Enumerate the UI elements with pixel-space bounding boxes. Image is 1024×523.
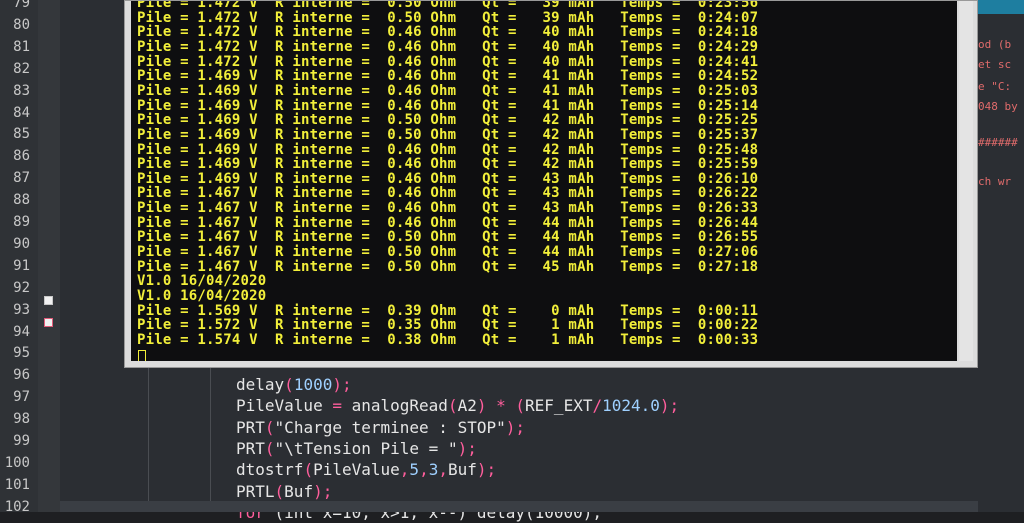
serial-monitor-window[interactable]: Pile = 1.472 V R interne = 0.50 Ohm Qt =… — [124, 0, 978, 368]
code-line[interactable]: PRTL(Buf); — [236, 482, 332, 502]
code-line[interactable]: dtostrf(PileValue,5,3,Buf); — [236, 460, 496, 480]
code-token: Buf — [284, 481, 314, 501]
code-token: ( — [284, 375, 294, 394]
code-token: PRT — [236, 417, 265, 437]
code-token: = — [332, 396, 342, 416]
code-line[interactable]: PRT("Charge terminee : STOP"); — [236, 418, 525, 438]
code-token: / — [592, 396, 603, 416]
code-token: ); — [457, 438, 477, 458]
error-marker[interactable] — [44, 318, 53, 327]
serial-output-line: Pile = 1.467 V R interne = 0.50 Ohm Qt =… — [137, 244, 759, 261]
line-number: 101 — [4, 476, 30, 493]
code-token: PRT — [236, 438, 265, 458]
line-number: 93 — [13, 301, 30, 318]
line-number: 95 — [13, 345, 30, 362]
adjacent-code-line: od (b — [978, 38, 1012, 51]
line-number: 92 — [13, 279, 30, 296]
line-number: 87 — [13, 170, 30, 187]
line-number: 79 — [13, 0, 30, 11]
code-token: PileValue — [236, 396, 333, 416]
code-token: PileValue — [313, 460, 400, 480]
line-number: 96 — [13, 367, 30, 384]
serial-output-line: Pile = 1.469 V R interne = 0.50 Ohm Qt =… — [137, 112, 759, 129]
serial-output-line: Pile = 1.467 V R interne = 0.46 Ohm Qt =… — [137, 200, 759, 217]
code-line[interactable]: PileValue = analogRead(A2) * (REF_EXT/10… — [236, 396, 679, 416]
serial-output: Pile = 1.472 V R interne = 0.50 Ohm Qt =… — [131, 1, 957, 361]
code-token: 1024.0 — [602, 396, 660, 416]
line-number: 100 — [4, 454, 30, 471]
adjacent-code-line: 048 by — [978, 100, 1018, 113]
line-number: 80 — [13, 16, 30, 33]
adjacent-code-line: ch wr — [978, 175, 1012, 188]
code-token: "\tTension Pile = " — [274, 438, 458, 458]
line-number: 86 — [13, 148, 30, 165]
fold-marker-column — [38, 0, 60, 512]
code-token: ( — [515, 396, 526, 416]
code-token: analogRead — [341, 396, 448, 416]
code-token: "Charge terminee : STOP" — [274, 417, 506, 437]
code-token: dtostrf — [236, 460, 304, 480]
serial-output-line: Pile = 1.469 V R interne = 0.46 Ohm Qt =… — [137, 156, 759, 173]
line-number: 97 — [13, 389, 30, 406]
line-number: 102 — [4, 498, 30, 515]
adjacent-code-line: e "C: — [978, 80, 1012, 93]
code-token: REF_EXT — [525, 396, 593, 416]
line-number: 94 — [13, 323, 30, 340]
code-token: Buf — [447, 460, 477, 480]
code-token: 3 — [428, 460, 439, 480]
code-token: ); — [332, 375, 352, 394]
indent-guide — [148, 360, 149, 512]
line-number: 90 — [13, 235, 30, 252]
vertical-scrollbar[interactable] — [959, 1, 973, 361]
code-token: delay — [236, 375, 285, 394]
horizontal-scrollbar[interactable] — [60, 501, 978, 512]
code-token: , — [438, 460, 448, 480]
code-token: 1000 — [293, 375, 333, 394]
serial-output-line: Pile = 1.469 V R interne = 0.46 Ohm Qt =… — [137, 82, 759, 99]
adjacent-code-line: ###### — [978, 136, 1018, 149]
line-number: 98 — [13, 411, 30, 428]
line-number: 82 — [13, 60, 30, 77]
code-token: ); — [505, 417, 525, 437]
code-token: A2 — [457, 396, 477, 416]
editor-tab-strip — [978, 0, 1024, 14]
line-number: 85 — [13, 126, 30, 143]
code-token: , — [419, 460, 429, 480]
code-line[interactable]: delay(1000); — [236, 375, 352, 395]
code-token: ); — [476, 460, 497, 480]
code-token: ); — [659, 396, 680, 416]
serial-output-line: Pile = 1.469 V R interne = 0.50 Ohm Qt =… — [137, 126, 759, 143]
adjacent-code-line: et sc — [978, 58, 1012, 71]
code-token: 5 — [409, 460, 420, 480]
line-number: 81 — [13, 38, 30, 55]
serial-output-line: Pile = 1.574 V R interne = 0.38 Ohm Qt =… — [137, 331, 759, 348]
code-token: PRTL — [236, 481, 275, 501]
code-token: ( — [274, 481, 285, 501]
serial-output-line: Pile = 1.469 V R interne = 0.46 Ohm Qt =… — [137, 68, 759, 85]
line-number: 88 — [13, 192, 30, 209]
serial-output-line: V1.0 16/04/2020 — [137, 288, 267, 304]
code-token: , — [399, 460, 410, 480]
line-number: 99 — [13, 433, 30, 449]
code-token: ( — [264, 417, 275, 437]
line-number: 89 — [13, 214, 30, 230]
code-token: ); — [313, 481, 333, 501]
code-line[interactable]: PRT("\tTension Pile = "); — [236, 439, 477, 459]
code-token: ( — [264, 438, 275, 458]
code-token: ( — [447, 396, 458, 416]
code-token: * — [486, 396, 516, 416]
line-number: 84 — [13, 104, 30, 121]
line-number: 83 — [13, 82, 30, 99]
line-number: 91 — [13, 257, 30, 274]
indent-guide — [210, 360, 211, 512]
terminal-cursor — [138, 349, 146, 361]
breakpoint-marker[interactable] — [44, 296, 53, 305]
code-token: ( — [303, 460, 314, 480]
serial-output-line: Pile = 1.472 V R interne = 0.46 Ohm Qt =… — [137, 38, 759, 55]
